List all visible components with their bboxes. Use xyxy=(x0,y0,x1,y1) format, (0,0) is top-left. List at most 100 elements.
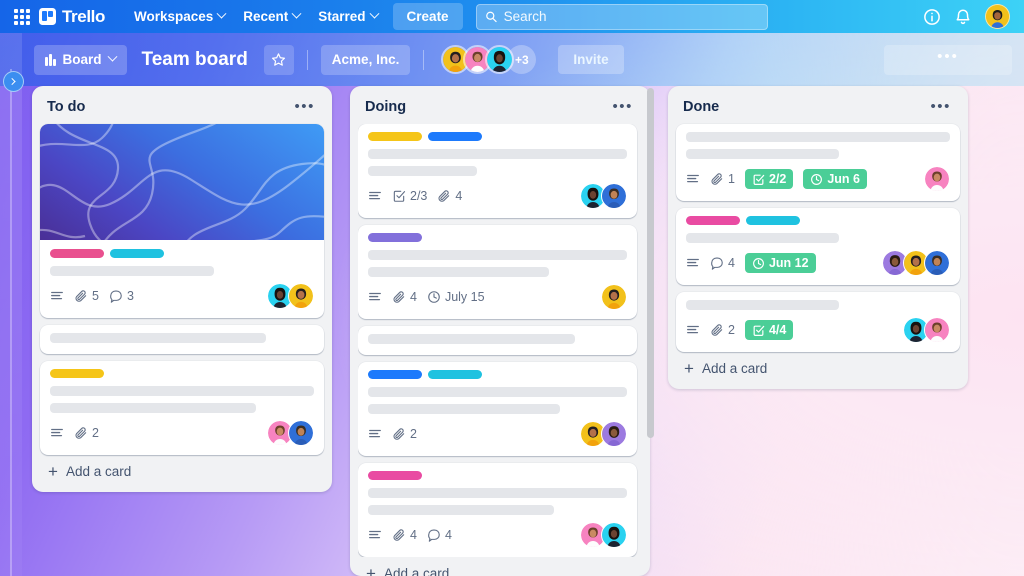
list-menu-button[interactable]: ••• xyxy=(610,99,635,114)
expand-sidebar-button[interactable] xyxy=(3,71,24,92)
star-board-button[interactable] xyxy=(263,44,294,75)
card[interactable]: 2/3 4 xyxy=(358,124,637,218)
label-magenta[interactable] xyxy=(686,216,740,225)
card[interactable]: 4 4 xyxy=(358,463,637,557)
card-title-placeholder xyxy=(368,334,576,344)
checklist-icon xyxy=(393,190,406,202)
search-box[interactable] xyxy=(475,3,768,30)
bell-icon[interactable] xyxy=(954,8,972,26)
card-labels xyxy=(686,216,950,225)
grid-apps-icon[interactable] xyxy=(14,8,30,25)
chevron-down-icon xyxy=(216,8,227,19)
member-avatar[interactable] xyxy=(924,250,950,276)
info-circle-icon[interactable] xyxy=(923,8,941,26)
add-card-button-doing[interactable]: + Add a card xyxy=(358,557,642,576)
card-container: 5 3 2 xyxy=(40,124,324,455)
member-avatar[interactable] xyxy=(601,522,627,548)
card[interactable]: 2 4/4 xyxy=(676,292,960,352)
member-avatar[interactable] xyxy=(288,283,314,309)
nav-item-recent[interactable]: Recent xyxy=(234,4,309,29)
list-menu-button[interactable]: ••• xyxy=(292,99,317,114)
label-yellow[interactable] xyxy=(50,369,104,378)
member-avatar[interactable] xyxy=(924,166,950,192)
card-footer: 1 2/2 Jun 6 xyxy=(686,166,950,192)
list-title[interactable]: To do xyxy=(47,99,85,115)
avatar-face xyxy=(289,284,313,308)
nav-item-workspaces[interactable]: Workspaces xyxy=(125,4,234,29)
card-title-placeholder xyxy=(368,505,555,515)
checklist-count: 2/3 xyxy=(410,189,428,203)
member-avatar[interactable] xyxy=(485,45,515,74)
label-magenta[interactable] xyxy=(368,471,422,480)
card[interactable]: 4 July 15 xyxy=(358,225,637,319)
list-title[interactable]: Done xyxy=(683,99,719,115)
search-input[interactable] xyxy=(503,9,759,24)
description-badge xyxy=(368,427,382,441)
label-cyan[interactable] xyxy=(746,216,800,225)
label-pink[interactable] xyxy=(50,249,104,258)
label-blue[interactable] xyxy=(428,132,482,141)
board-view-label: Board xyxy=(62,52,102,67)
add-card-button-done[interactable]: + Add a card xyxy=(676,352,960,383)
card-labels xyxy=(368,471,627,480)
trello-mark-icon xyxy=(39,8,56,25)
comment-icon xyxy=(110,290,122,303)
list-menu-button[interactable]: ••• xyxy=(928,99,953,114)
comment-badge: 4 xyxy=(427,528,452,542)
member-avatar[interactable] xyxy=(288,420,314,446)
attachment-badge: 4 xyxy=(392,290,417,304)
due-date-badge-complete: Jun 6 xyxy=(803,169,867,189)
member-avatar[interactable] xyxy=(924,317,950,343)
workspace-name[interactable]: Acme, Inc. xyxy=(320,44,411,75)
card-title-placeholder xyxy=(368,267,550,277)
card-container: 2/3 4 4 July 15 2 4 4 xyxy=(358,124,637,557)
card[interactable]: 4 Jun 12 xyxy=(676,208,960,285)
nav-item-starred[interactable]: Starred xyxy=(309,4,386,29)
clock-icon xyxy=(753,257,764,269)
member-avatar[interactable] xyxy=(601,183,627,209)
card-members xyxy=(267,283,314,309)
card[interactable]: 1 2/2 Jun 6 xyxy=(676,124,960,201)
member-avatar[interactable] xyxy=(601,284,627,310)
comment-count: 4 xyxy=(728,256,735,270)
attachment-count: 4 xyxy=(455,189,463,203)
list-scrollbar[interactable] xyxy=(647,88,654,438)
label-cyan[interactable] xyxy=(110,249,164,258)
card-members xyxy=(903,317,950,343)
trello-logo[interactable]: Trello xyxy=(39,7,105,27)
list-todo: To do ••• 5 3 2 + Add a card xyxy=(32,86,332,492)
card-members xyxy=(267,420,314,446)
description-icon xyxy=(51,291,63,300)
invite-button[interactable]: Invite xyxy=(558,45,624,74)
board-view-switcher[interactable]: Board xyxy=(34,44,127,75)
top-navigation-bar: Trello Workspaces Recent Starred Create xyxy=(0,0,1024,33)
board-menu-button[interactable]: ••• xyxy=(884,44,1012,75)
list-title[interactable]: Doing xyxy=(365,99,406,115)
brand-name: Trello xyxy=(62,6,105,26)
due-date-text: Jun 12 xyxy=(768,256,809,270)
add-card-button-todo[interactable]: + Add a card xyxy=(40,455,324,486)
cover-pattern xyxy=(40,124,324,240)
description-badge xyxy=(368,189,382,203)
search-icon xyxy=(485,11,497,23)
label-yellow[interactable] xyxy=(368,132,422,141)
card[interactable] xyxy=(358,326,637,355)
avatar-face xyxy=(925,251,949,275)
avatar[interactable] xyxy=(985,4,1010,29)
card[interactable] xyxy=(40,325,324,354)
card[interactable]: 2 xyxy=(358,362,637,456)
card-title-placeholder xyxy=(368,387,627,397)
card[interactable]: 2 xyxy=(40,361,324,455)
create-button[interactable]: Create xyxy=(392,3,463,30)
label-cyan[interactable] xyxy=(428,370,482,379)
label-purple[interactable] xyxy=(368,233,422,242)
card-body: 5 3 xyxy=(40,240,324,309)
card[interactable]: 5 3 xyxy=(40,124,324,318)
label-blue[interactable] xyxy=(368,370,422,379)
description-icon xyxy=(51,428,63,437)
member-avatar[interactable] xyxy=(601,421,627,447)
card-members xyxy=(580,522,627,548)
description-badge xyxy=(50,289,64,303)
page-title[interactable]: Team board xyxy=(142,49,248,71)
add-card-label: Add a card xyxy=(383,566,450,576)
